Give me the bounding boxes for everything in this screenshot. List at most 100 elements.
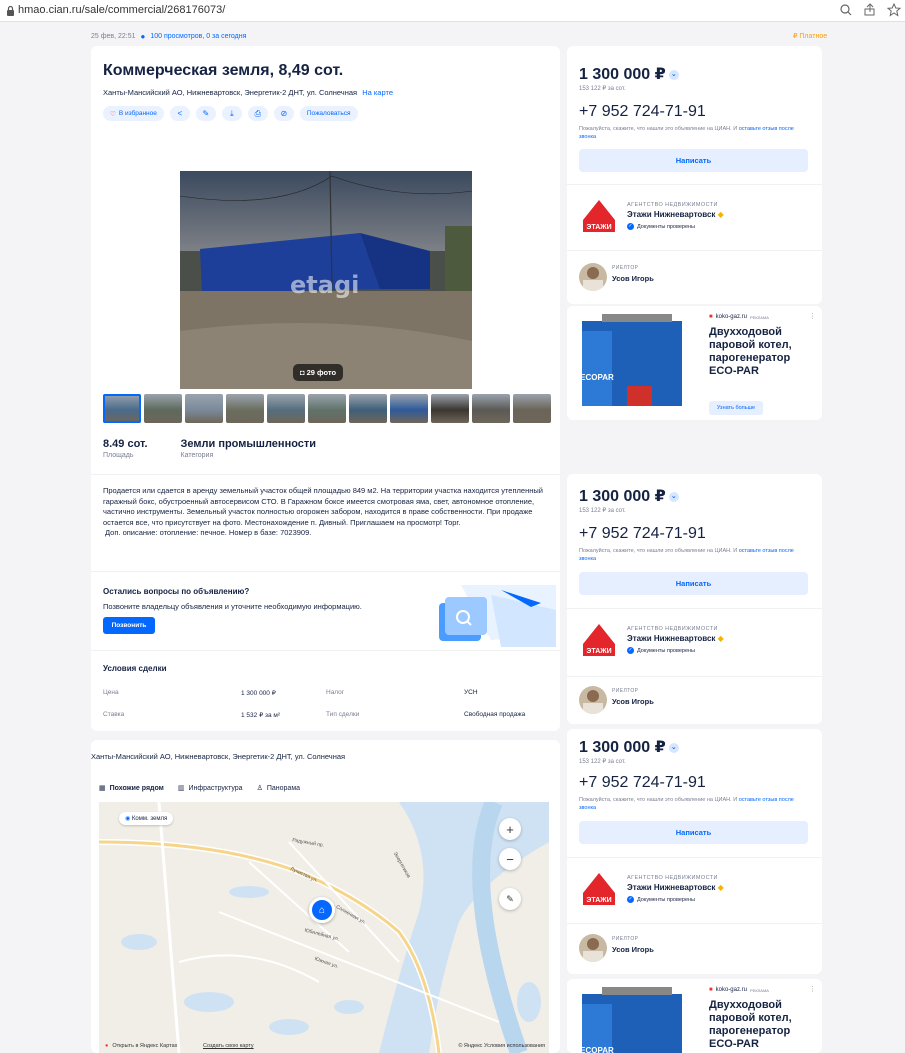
description: Продается или сдается в аренду земельный… — [103, 486, 548, 539]
phone-number[interactable]: +7 952 724-71-91 — [579, 525, 706, 543]
divider — [91, 571, 560, 572]
agency-name[interactable]: Этажи Нижневартовск ◆ — [627, 210, 724, 219]
contact-card: 1 300 000 ₽ ⌄ 153 122 ₽ за сот. +7 952 72… — [567, 46, 822, 304]
shield-icon: ◆ — [717, 634, 724, 643]
share-button[interactable]: < — [169, 106, 190, 121]
address-text: Ханты-Мансийский АО, Нижневартовск, Энер… — [103, 88, 358, 97]
tab-similar[interactable]: ▦ Похожие рядом — [99, 784, 164, 793]
write-button[interactable]: Написать — [579, 149, 808, 172]
write-button[interactable]: Написать — [579, 572, 808, 595]
questions-text: Позвоните владельцу объявления и уточнит… — [103, 602, 362, 611]
zoom-in-button[interactable]: + — [499, 818, 521, 840]
agency-type: АГЕНТСТВО НЕДВИЖИМОСТИ — [627, 875, 718, 881]
questions-title: Остались вопросы по объявлению? — [103, 587, 250, 596]
zoom-out-button[interactable]: − — [499, 848, 521, 870]
chevron-down-icon[interactable]: ⌄ — [668, 491, 679, 502]
photo-thumbnail[interactable] — [513, 394, 551, 423]
favorite-button[interactable]: ♡ В избранное — [103, 106, 164, 121]
agency-docs-label: Документы проверены — [637, 647, 696, 654]
address-bar[interactable]: hmao.cian.ru/sale/commercial/268176073/ — [18, 4, 225, 16]
print-button[interactable]: ⎙ — [247, 106, 268, 121]
minus-icon: − — [506, 851, 514, 867]
write-button[interactable]: Написать — [579, 821, 808, 844]
views-link[interactable]: 100 просмотров, 0 за сегодня — [150, 33, 246, 40]
photo-thumbnail[interactable] — [267, 394, 305, 423]
create-map-link[interactable]: Создать свою карту — [203, 1043, 254, 1049]
photo-thumbnail[interactable] — [472, 394, 510, 423]
ad-button[interactable]: Узнать больше — [709, 401, 763, 415]
call-button[interactable]: Позвонить — [103, 617, 155, 634]
ad-tag: РЕКЛАМА — [749, 987, 769, 993]
photo-thumbnail[interactable] — [144, 394, 182, 423]
agency-name-label: Этажи Нижневартовск — [627, 210, 716, 219]
agency-logo[interactable]: ЭТАЖИ — [579, 196, 619, 236]
photo-count-label: 29 фото — [306, 368, 337, 377]
realtor-name[interactable]: Усов Игорь — [612, 274, 654, 283]
condition-value: 1 532 ₽ за м² — [241, 712, 281, 719]
photo-thumbnail[interactable] — [308, 394, 346, 423]
ruler-button[interactable]: ✎ — [499, 888, 521, 910]
divider — [91, 650, 560, 651]
more-icon[interactable]: ⋮ — [809, 985, 816, 993]
ad-banner[interactable]: ECOPAR ■ koko-gaz.ru РЕКЛАМА ⋮ Двухходовой… — [567, 306, 822, 420]
agency-logo[interactable]: ЭТАЖИ — [579, 869, 619, 909]
price-value: 1 300 000 ₽ — [579, 66, 666, 83]
chevron-down-icon[interactable]: ⌄ — [668, 69, 679, 80]
tab-label: Панорама — [266, 784, 301, 792]
phone-number[interactable]: +7 952 724-71-91 — [579, 774, 706, 792]
share-icon[interactable] — [863, 3, 877, 17]
avatar[interactable] — [579, 934, 607, 962]
action-bar: ♡ В избранное < ✎ ⤓ ⎙ ⊘ Пожаловаться — [103, 106, 358, 121]
map-marker[interactable]: ⌂ — [309, 897, 335, 923]
divider — [91, 474, 560, 475]
check-icon: ✓ — [627, 223, 634, 230]
more-icon[interactable]: ⋮ — [809, 312, 816, 320]
hide-button[interactable]: ⊘ — [273, 106, 294, 121]
yandex-terms[interactable]: © Яндекс Условия использования — [458, 1043, 545, 1049]
photo-thumbnail[interactable] — [349, 394, 387, 423]
description-text: Продается или сдается в аренду земельный… — [103, 486, 543, 527]
map-pill[interactable]: ◉ Комм. земля — [119, 812, 174, 825]
price-per-unit: 153 122 ₽ за сот. — [579, 86, 626, 92]
note-button[interactable]: ✎ — [195, 106, 216, 121]
agency-logo[interactable]: ЭТАЖИ — [579, 620, 619, 660]
map-view[interactable]: ◉ Комм. земля Радужный пр. Лучистая ул. … — [99, 802, 549, 1053]
complain-button[interactable]: Пожаловаться — [299, 106, 358, 121]
contact-hint: Пожалуйста, скажите, что нашли это объяв… — [579, 126, 811, 141]
realtor-name[interactable]: Усов Игорь — [612, 697, 654, 706]
agency-name[interactable]: Этажи Нижневартовск ◆ — [627, 883, 724, 892]
photo-thumbnail[interactable] — [390, 394, 428, 423]
agency-docs-label: Документы проверены — [637, 896, 696, 903]
map-card: Ханты-Мансийский АО, Нижневартовск, Энер… — [91, 740, 560, 1053]
plus-icon: + — [506, 821, 514, 837]
print-icon: ⎙ — [254, 108, 262, 118]
photo-thumbnail[interactable] — [185, 394, 223, 423]
avatar[interactable] — [579, 686, 607, 714]
tab-panorama[interactable]: ♙ Панорама — [256, 784, 301, 793]
download-button[interactable]: ⤓ — [221, 106, 242, 121]
photo-thumbnail[interactable] — [103, 394, 141, 423]
bookmark-star-icon[interactable] — [886, 2, 902, 17]
zoom-icon[interactable] — [839, 3, 853, 17]
photo-thumbnail[interactable] — [431, 394, 469, 423]
map-address: Ханты-Мансийский АО, Нижневартовск, Энер… — [91, 752, 346, 761]
main-photo[interactable]: etagi ◘ 29 фото — [180, 171, 472, 389]
open-yandex-link[interactable]: ● Открыть в Яндекс Картах — [105, 1043, 177, 1049]
avatar[interactable] — [579, 263, 607, 291]
agency-name[interactable]: Этажи Нижневартовск ◆ — [627, 634, 724, 643]
fact-area: 8.49 сот. Площадь — [103, 438, 148, 459]
phone-number[interactable]: +7 952 724-71-91 — [579, 103, 706, 121]
realtor-name[interactable]: Усов Игорь — [612, 945, 654, 954]
tab-infrastructure[interactable]: ▥ Инфраструктура — [177, 784, 243, 793]
building-icon: ▥ — [177, 785, 185, 792]
chevron-down-icon[interactable]: ⌄ — [668, 742, 679, 753]
person-icon: ♙ — [256, 785, 263, 792]
photo-thumbnail[interactable] — [226, 394, 264, 423]
conditions-title: Условия сделки — [103, 664, 167, 673]
photo-count-button[interactable]: ◘ 29 фото — [293, 364, 344, 381]
ad-banner[interactable]: ECOPAR ■ koko-gaz.ru РЕКЛАМА ⋮ Двухходовой… — [567, 979, 822, 1053]
favorite-label: В избранное — [118, 110, 157, 117]
on-map-link[interactable]: На карте — [362, 88, 393, 97]
ad-source: ■ koko-gaz.ru РЕКЛАМА — [709, 987, 769, 993]
agency-type: АГЕНТСТВО НЕДВИЖИМОСТИ — [627, 202, 718, 208]
